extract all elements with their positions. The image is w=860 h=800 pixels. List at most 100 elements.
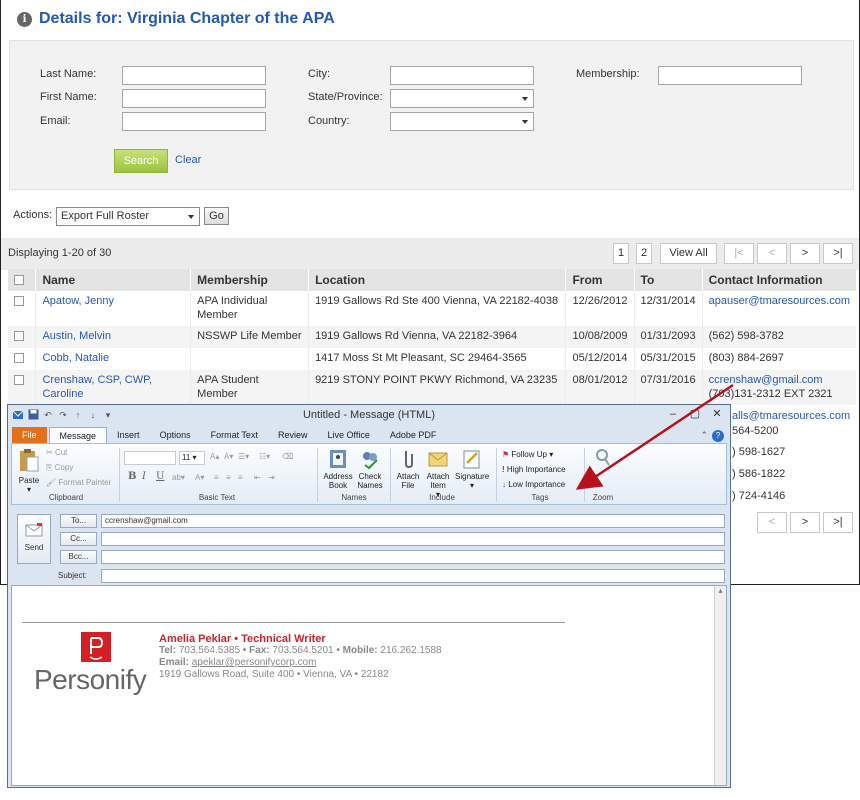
cut-button[interactable]: ✂ Cut (46, 448, 67, 457)
name-header[interactable]: Name (35, 269, 191, 291)
tab-options[interactable]: Options (150, 427, 201, 444)
numbering-icon[interactable]: ☷▾ (259, 452, 270, 461)
page-1-button[interactable]: 1 (613, 243, 629, 264)
membership-input[interactable] (658, 66, 802, 85)
attach-item-button[interactable]: Attach Item ▾ (424, 448, 452, 499)
bullets-icon[interactable]: ☰▾ (238, 452, 249, 461)
page-2-button[interactable]: 2 (636, 243, 652, 264)
tel-label: Tel: (159, 645, 177, 656)
search-button[interactable]: Search (114, 149, 168, 173)
collapse-ribbon-icon[interactable]: ⌃ (700, 430, 708, 442)
email-link[interactable]: apauser@tmaresources.com (701, 291, 856, 326)
clear-formatting-icon[interactable]: ⌫ (282, 452, 293, 461)
email-input[interactable] (122, 112, 266, 131)
to-field[interactable]: ccrenshaw@gmail.com (101, 514, 725, 528)
align-right-icon[interactable]: ≡ (238, 473, 243, 482)
cc-field[interactable] (101, 532, 725, 546)
first-name-input[interactable] (122, 89, 266, 108)
cc-button[interactable]: Cc... (60, 532, 97, 546)
font-color-icon[interactable]: A▾ (195, 473, 204, 482)
font-size-box[interactable]: 11 ▾ (179, 451, 205, 465)
send-button[interactable]: Send (17, 514, 51, 564)
to-header[interactable]: To (633, 269, 703, 291)
tab-live-office[interactable]: Live Office (317, 427, 379, 444)
tab-format-text[interactable]: Format Text (201, 427, 268, 444)
member-name-link[interactable]: Crenshaw, CSP, CWP, Caroline (35, 370, 191, 405)
row-checkbox[interactable] (14, 296, 24, 306)
from-cell: 10/08/2009 (565, 326, 635, 348)
view-all-button[interactable]: View All (660, 243, 717, 264)
state-select[interactable] (390, 89, 534, 108)
signature-button[interactable]: Signature ▾ (455, 448, 489, 490)
row-checkbox[interactable] (14, 331, 24, 341)
contact-header[interactable]: Contact Information (701, 269, 856, 291)
country-select[interactable] (390, 112, 534, 131)
message-body[interactable]: ▴ Personify Amelia Peklar • Technical Wr… (11, 585, 727, 786)
member-name-link[interactable]: Cobb, Natalie (35, 348, 191, 370)
minimize-icon[interactable]: – (662, 407, 684, 422)
tags-group-label: Tags (531, 493, 549, 502)
city-input[interactable] (390, 66, 534, 85)
tab-insert[interactable]: Insert (107, 427, 150, 444)
decrease-indent-icon[interactable]: ⇤ (254, 473, 261, 482)
member-name-link[interactable]: Austin, Melvin (35, 326, 191, 348)
tab-file[interactable]: File (12, 427, 47, 444)
next-page-button[interactable]: > (790, 243, 820, 264)
zoom-button[interactable] (590, 448, 616, 472)
last-page-button[interactable]: >| (823, 243, 853, 264)
signature-email-link[interactable]: apeklar@personifycorp.com (192, 657, 317, 668)
check-names-button[interactable]: Check Names (355, 448, 385, 490)
last-page-button-bottom[interactable]: >| (823, 512, 853, 533)
italic-button[interactable]: I (142, 472, 146, 482)
grow-font-icon[interactable]: A▴ (210, 452, 219, 461)
select-all-checkbox[interactable] (14, 274, 24, 285)
brush-icon: 🖌 (46, 478, 57, 487)
email-link[interactable]: ccrenshaw@gmail.com (709, 373, 850, 387)
format-painter-button[interactable]: 🖌 Format Painter (46, 478, 111, 487)
tab-review[interactable]: Review (268, 427, 318, 444)
first-page-button[interactable]: |< (724, 243, 754, 264)
tab-adobe-pdf[interactable]: Adobe PDF (380, 427, 447, 444)
bold-button[interactable]: B (128, 472, 136, 482)
copy-button[interactable]: ⎘ Copy (46, 463, 73, 472)
location-header[interactable]: Location (308, 269, 566, 291)
increase-indent-icon[interactable]: ⇥ (268, 473, 275, 482)
table-row: Apatow, Jenny APA Individual Member 1919… (8, 291, 856, 326)
font-name-box[interactable] (124, 451, 176, 465)
low-importance-button[interactable]: ↓ Low Importance (502, 480, 565, 489)
align-center-icon[interactable]: ≡ (226, 473, 231, 482)
clear-link[interactable]: Clear (175, 154, 201, 166)
flag-icon: ⚑ (502, 450, 510, 459)
help-icon[interactable]: ? (712, 430, 724, 442)
body-scrollbar[interactable]: ▴ (714, 586, 726, 785)
membership-header[interactable]: Membership (190, 269, 309, 291)
underline-button[interactable]: U (156, 472, 164, 482)
high-importance-button[interactable]: ! High Importance (502, 465, 566, 474)
highlight-icon[interactable]: ab▾ (172, 473, 185, 482)
tab-message[interactable]: Message (48, 427, 108, 444)
prev-page-button-bottom[interactable]: < (757, 512, 787, 533)
paste-button[interactable]: Paste ▾ (16, 448, 42, 494)
from-header[interactable]: From (565, 269, 635, 291)
follow-up-button[interactable]: ⚑ Follow Up ▾ (502, 450, 553, 459)
last-name-input[interactable] (122, 66, 266, 85)
next-page-button-bottom[interactable]: > (790, 512, 820, 533)
actions-select[interactable]: Export Full Roster (56, 207, 200, 226)
attach-file-button[interactable]: Attach File (394, 448, 422, 490)
member-name-link[interactable]: Apatow, Jenny (35, 291, 191, 326)
bcc-button[interactable]: Bcc... (60, 550, 97, 564)
align-left-icon[interactable]: ≡ (214, 473, 219, 482)
maximize-icon[interactable]: ▢ (684, 407, 706, 422)
prev-page-button[interactable]: < (757, 243, 787, 264)
bcc-field[interactable] (101, 550, 725, 564)
shrink-font-icon[interactable]: A▾ (224, 452, 233, 461)
row-checkbox[interactable] (14, 353, 24, 363)
go-button[interactable]: Go (204, 207, 229, 225)
partial-email-link[interactable]: alls@tmaresources.com (732, 410, 850, 422)
subject-field[interactable] (101, 569, 725, 583)
close-icon[interactable]: ✕ (706, 407, 728, 422)
to-button[interactable]: To... (60, 514, 97, 528)
address-book-button[interactable]: Address Book (323, 448, 353, 490)
scroll-up-icon[interactable]: ▴ (715, 586, 726, 598)
row-checkbox[interactable] (14, 375, 24, 385)
